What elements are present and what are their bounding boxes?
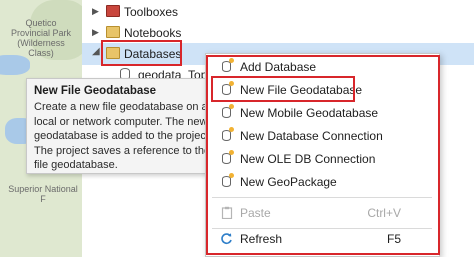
notebook-folder-icon bbox=[106, 26, 120, 38]
tree-item-label: Toolboxes bbox=[124, 5, 179, 19]
tree-item-label: Notebooks bbox=[124, 26, 182, 40]
toolbox-icon bbox=[106, 5, 120, 17]
expand-arrow-icon[interactable]: ▶ bbox=[92, 6, 99, 17]
water-body bbox=[0, 55, 30, 75]
map-label-forest: Superior National F bbox=[8, 184, 78, 204]
collapse-arrow-icon[interactable]: ◢ bbox=[92, 46, 100, 57]
tooltip-title: New File Geodatabase bbox=[34, 85, 157, 97]
expand-arrow-icon[interactable]: ▶ bbox=[92, 27, 99, 38]
tooltip: New File Geodatabase Create a new file g… bbox=[26, 78, 216, 174]
map-label-park: Quetico Provincial Park (Wilderness Clas… bbox=[10, 18, 72, 58]
highlight-databases bbox=[101, 40, 182, 66]
highlight-context-menu bbox=[206, 55, 440, 255]
tooltip-body: Create a new file geodatabase on a local… bbox=[34, 101, 212, 171]
tree-item-toolboxes[interactable]: ▶ Toolboxes bbox=[82, 1, 474, 23]
